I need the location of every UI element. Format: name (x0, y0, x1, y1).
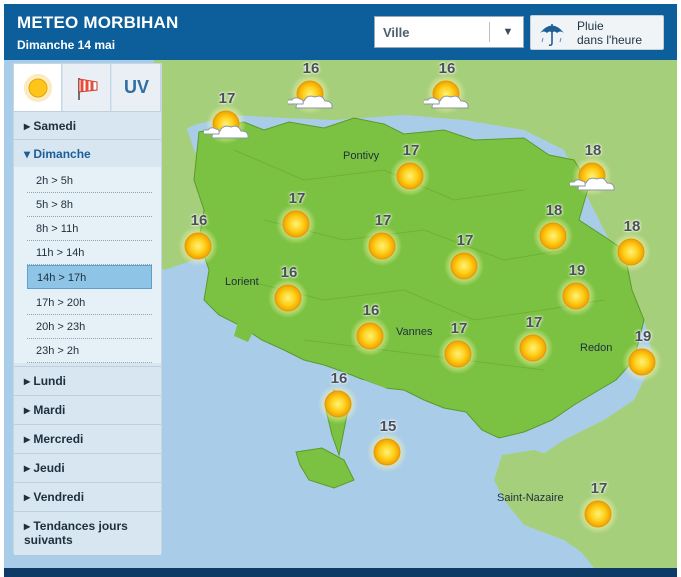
day-jeudi-label: ▸ Jeudi (24, 461, 65, 475)
day-dimanche-label: ▾ Dimanche (24, 147, 91, 161)
day-lundi-label: ▸ Lundi (24, 374, 67, 388)
day-samedi-label: ▸ Samedi (24, 119, 77, 133)
sun-icon (24, 74, 52, 102)
day-tendances[interactable]: ▸ Tendances jours suivants (14, 511, 161, 555)
chevron-down-icon[interactable]: ▼ (497, 23, 519, 41)
sun-icon (513, 328, 553, 368)
slot-14h-17h[interactable]: 14h > 17h (27, 265, 152, 289)
sun-icon (438, 334, 478, 374)
city-select[interactable]: Ville ▼ (374, 16, 524, 48)
partly-cloudy-icon (288, 74, 333, 114)
tab-bar: UV (14, 64, 161, 111)
rain-button-line2: dans l'heure (577, 33, 643, 47)
day-mardi-label: ▸ Mardi (24, 403, 66, 417)
day-vendredi-text: Vendredi (33, 490, 85, 504)
day-dimanche-text: Dimanche (33, 147, 91, 161)
slot-23h-2h[interactable]: 23h > 2h (27, 339, 152, 363)
slot-label: 11h > 14h (36, 247, 85, 259)
slot-label: 5h > 8h (36, 199, 74, 211)
day-tendances-text: Tendances jours suivants (24, 519, 128, 547)
day-mercredi-label: ▸ Mercredi (24, 432, 84, 446)
slot-8h-11h[interactable]: 8h > 11h (27, 217, 152, 241)
day-mercredi[interactable]: ▸ Mercredi (14, 424, 161, 452)
tab-sun[interactable] (14, 64, 62, 111)
day-tendances-label: ▸ Tendances jours suivants (24, 519, 128, 547)
sun-icon (578, 494, 618, 534)
slot-label: 2h > 5h (36, 175, 74, 187)
place-vannes: Vannes (396, 326, 433, 338)
forecast-sidebar: UV ▸ Samedi ▾ Dimanche 2h > 5h 5h > 8h 8… (13, 63, 162, 555)
slot-label: 23h > 2h (36, 345, 80, 357)
slot-label: 17h > 20h (36, 297, 86, 309)
sun-icon (268, 278, 308, 318)
sun-icon (350, 316, 390, 356)
day-mercredi-text: Mercredi (33, 432, 84, 446)
rain-button-line1: Pluie (577, 19, 604, 33)
sun-icon (556, 276, 596, 316)
day-vendredi-label: ▸ Vendredi (24, 490, 85, 504)
day-jeudi-text: Jeudi (33, 461, 65, 475)
place-redon: Redon (580, 342, 613, 354)
day-lundi[interactable]: ▸ Lundi (14, 366, 161, 394)
sun-icon (362, 226, 402, 266)
slot-label: 14h > 17h (37, 272, 87, 284)
place-pontivy: Pontivy (343, 150, 380, 162)
sun-icon (178, 226, 218, 266)
page-title: METEO MORBIHAN (17, 13, 179, 32)
partly-cloudy-icon (204, 104, 249, 144)
day-lundi-text: Lundi (33, 374, 67, 388)
sun-icon (318, 384, 358, 424)
slot-2h-5h[interactable]: 2h > 5h (27, 169, 152, 193)
day-jeudi[interactable]: ▸ Jeudi (14, 453, 161, 481)
tab-uv-label: UV (123, 77, 149, 97)
slot-11h-14h[interactable]: 11h > 14h (27, 241, 152, 265)
tab-wind[interactable] (63, 64, 111, 111)
place-lorient: Lorient (225, 276, 259, 288)
day-samedi-text: Samedi (33, 119, 77, 133)
day-mardi-text: Mardi (33, 403, 66, 417)
city-select-label: Ville (383, 25, 410, 40)
belle-ile (295, 447, 355, 489)
bottom-bar (4, 568, 677, 577)
partly-cloudy-icon (424, 74, 469, 114)
rain-next-hour-button[interactable]: Pluie dans l'heure (530, 15, 664, 50)
slot-5h-8h[interactable]: 5h > 8h (27, 193, 152, 217)
day-samedi[interactable]: ▸ Samedi (14, 111, 161, 139)
day-mardi[interactable]: ▸ Mardi (14, 395, 161, 423)
sun-icon (444, 246, 484, 286)
slot-20h-23h[interactable]: 20h > 23h (27, 315, 152, 339)
slot-label: 8h > 11h (36, 223, 79, 235)
windsock-icon (78, 78, 98, 100)
sun-icon (276, 204, 316, 244)
umbrella-icon (540, 24, 564, 47)
weather-widget: METEO MORBIHAN Dimanche 14 mai Ville ▼ P… (0, 0, 681, 577)
sun-icon (390, 156, 430, 196)
sun-icon (533, 216, 573, 256)
header: METEO MORBIHAN Dimanche 14 mai Ville ▼ P… (4, 4, 677, 60)
place-saint-nazaire: Saint-Nazaire (497, 492, 564, 504)
time-slot-list: 2h > 5h 5h > 8h 8h > 11h 11h > 14h 14h >… (14, 167, 161, 363)
current-date: Dimanche 14 mai (17, 38, 116, 52)
tab-uv[interactable]: UV (112, 64, 161, 111)
day-dimanche[interactable]: ▾ Dimanche (14, 139, 161, 167)
sun-icon (622, 342, 662, 382)
rain-button-text: Pluie dans l'heure (577, 19, 642, 47)
day-vendredi[interactable]: ▸ Vendredi (14, 482, 161, 510)
sun-icon (611, 232, 651, 272)
select-divider (489, 22, 490, 42)
partly-cloudy-icon (570, 156, 615, 196)
slot-17h-20h[interactable]: 17h > 20h (27, 291, 152, 315)
sun-icon (367, 432, 407, 472)
slot-label: 20h > 23h (36, 321, 86, 333)
